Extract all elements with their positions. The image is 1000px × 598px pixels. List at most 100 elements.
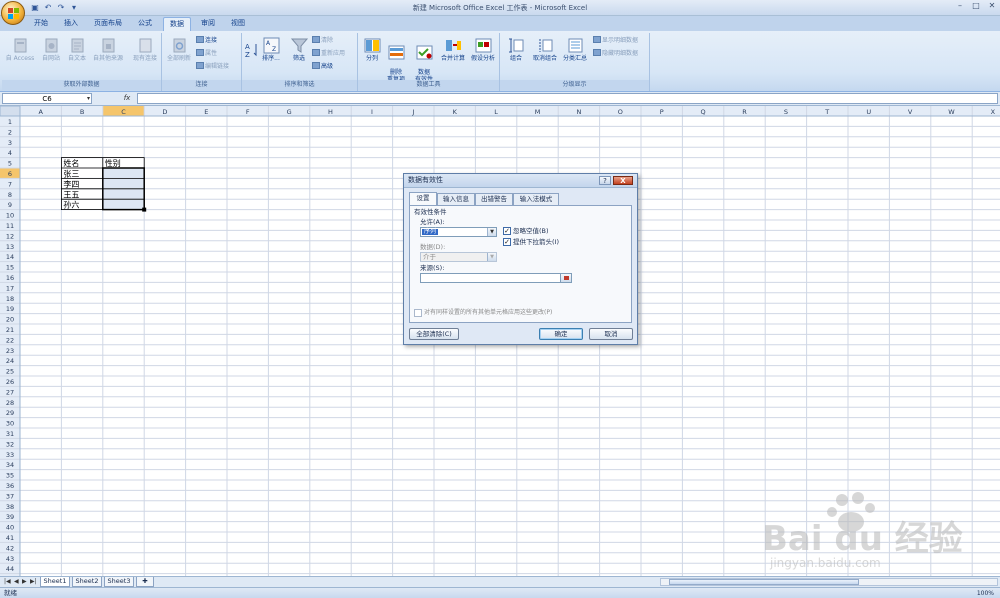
office-button[interactable] (1, 1, 25, 25)
tab-page-layout[interactable]: 页面布局 (88, 17, 128, 31)
existing-connections-button[interactable]: 现有连接 (130, 37, 160, 62)
advanced-filter-button[interactable]: 高级 (312, 62, 333, 71)
data-dropdown-icon[interactable]: ▼ (487, 253, 496, 261)
insert-sheet-icon[interactable]: ✚ (136, 577, 154, 587)
tab-home[interactable]: 开始 (28, 17, 54, 31)
column-header-O[interactable]: O (618, 108, 623, 116)
column-header-C[interactable]: C (121, 108, 126, 116)
sheet-tab-2[interactable]: Sheet2 (72, 577, 102, 587)
cell-C5[interactable]: 性别 (105, 158, 121, 168)
name-box[interactable]: C6 ▾ (2, 93, 92, 104)
minimize-icon[interactable]: – (956, 2, 964, 10)
close-icon[interactable]: ✕ (988, 2, 996, 10)
from-web-button[interactable]: 自网站 (38, 37, 64, 62)
scroll-thumb[interactable] (669, 579, 859, 585)
in-cell-dropdown-checkbox[interactable]: ✓ (503, 238, 511, 246)
column-header-E[interactable]: E (204, 108, 208, 116)
help-icon[interactable]: ? (599, 176, 611, 185)
tab-data[interactable]: 数据 (163, 17, 191, 31)
column-header-Q[interactable]: Q (701, 108, 706, 116)
row-header-39[interactable]: 39 (6, 513, 14, 521)
row-header-26[interactable]: 26 (6, 378, 14, 386)
fill-handle[interactable] (142, 207, 147, 212)
row-header-32[interactable]: 32 (6, 440, 14, 448)
column-header-K[interactable]: K (453, 108, 458, 116)
row-header-23[interactable]: 23 (6, 347, 14, 355)
column-header-I[interactable]: I (371, 108, 373, 116)
horizontal-scrollbar[interactable] (660, 578, 998, 586)
data-validation-button[interactable]: 数据 有效性 (410, 37, 438, 83)
column-header-X[interactable]: X (991, 108, 996, 116)
row-header-11[interactable]: 11 (6, 222, 14, 230)
row-header-3[interactable]: 3 (8, 139, 12, 147)
row-header-43[interactable]: 43 (6, 555, 14, 563)
clear-filter-button[interactable]: 清除 (312, 36, 333, 45)
from-other-sources-button[interactable]: 自其他来源 (90, 37, 126, 62)
column-header-V[interactable]: V (908, 108, 913, 116)
row-header-37[interactable]: 37 (6, 492, 14, 500)
properties-button[interactable]: 属性 (196, 49, 217, 58)
collapse-dialog-button[interactable] (560, 273, 572, 283)
row-header-30[interactable]: 30 (6, 420, 14, 428)
column-header-T[interactable]: T (824, 108, 829, 116)
zoom-level[interactable]: 100% (977, 590, 994, 597)
tab-settings[interactable]: 设置 (409, 192, 437, 205)
column-header-S[interactable]: S (784, 108, 788, 116)
maximize-icon[interactable]: □ (972, 2, 980, 10)
cell-B5[interactable]: 姓名 (63, 158, 79, 168)
prev-sheet-icon[interactable]: ◀ (14, 578, 19, 586)
row-header-7[interactable]: 7 (8, 180, 12, 188)
column-header-H[interactable]: H (328, 108, 333, 116)
row-header-35[interactable]: 35 (6, 472, 14, 480)
tab-ime-mode[interactable]: 输入法模式 (513, 193, 559, 205)
row-header-10[interactable]: 10 (6, 212, 14, 220)
cancel-button[interactable]: 取消 (589, 328, 633, 340)
sort-az-button[interactable]: AZ (244, 41, 257, 59)
row-header-16[interactable]: 16 (6, 274, 14, 282)
row-header-44[interactable]: 44 (6, 565, 14, 573)
ok-button[interactable]: 确定 (539, 328, 583, 340)
data-select[interactable]: 介于 ▼ (420, 252, 497, 262)
row-header-19[interactable]: 19 (6, 305, 14, 313)
row-header-41[interactable]: 41 (6, 534, 14, 542)
show-detail-button[interactable]: 显示明细数据 (593, 36, 638, 45)
tab-insert[interactable]: 插入 (58, 17, 84, 31)
row-header-6[interactable]: 6 (8, 170, 12, 178)
row-header-22[interactable]: 22 (6, 336, 14, 344)
last-sheet-icon[interactable]: ▶| (30, 578, 37, 586)
clear-all-button[interactable]: 全部清除(C) (409, 328, 459, 340)
text-to-columns-button[interactable]: 分列 (360, 37, 384, 62)
column-header-G[interactable]: G (287, 108, 292, 116)
column-header-L[interactable]: L (494, 108, 498, 116)
row-header-24[interactable]: 24 (6, 357, 14, 365)
cell-B8[interactable]: 王五 (63, 190, 79, 199)
column-header-U[interactable]: U (866, 108, 871, 116)
group-button[interactable]: 组合 (504, 37, 528, 62)
column-header-W[interactable]: W (948, 108, 955, 116)
row-header-31[interactable]: 31 (6, 430, 14, 438)
source-input[interactable] (420, 273, 567, 283)
cell-B7[interactable]: 李四 (63, 179, 79, 189)
row-header-38[interactable]: 38 (6, 503, 14, 511)
row-header-25[interactable]: 25 (6, 368, 14, 376)
row-header-20[interactable]: 20 (6, 316, 14, 324)
row-header-9[interactable]: 9 (8, 201, 12, 209)
from-access-button[interactable]: 自 Access (4, 37, 36, 62)
row-header-15[interactable]: 15 (6, 264, 14, 272)
sheet-tab-1[interactable]: Sheet1 (40, 577, 70, 587)
dialog-close-icon[interactable]: X (613, 176, 633, 185)
column-header-R[interactable]: R (742, 108, 747, 116)
row-header-14[interactable]: 14 (6, 253, 14, 261)
row-header-17[interactable]: 17 (6, 284, 14, 292)
row-header-28[interactable]: 28 (6, 399, 14, 407)
row-header-27[interactable]: 27 (6, 388, 14, 396)
allow-dropdown-icon[interactable]: ▼ (487, 228, 496, 236)
tab-formulas[interactable]: 公式 (132, 17, 158, 31)
hide-detail-button[interactable]: 隐藏明细数据 (593, 49, 638, 58)
name-box-dropdown-icon[interactable]: ▾ (87, 94, 90, 104)
first-sheet-icon[interactable]: |◀ (4, 578, 11, 586)
subtotal-button[interactable]: 分类汇总 (560, 37, 590, 62)
row-header-42[interactable]: 42 (6, 544, 14, 552)
column-header-F[interactable]: F (246, 108, 250, 116)
row-header-5[interactable]: 5 (8, 160, 12, 168)
